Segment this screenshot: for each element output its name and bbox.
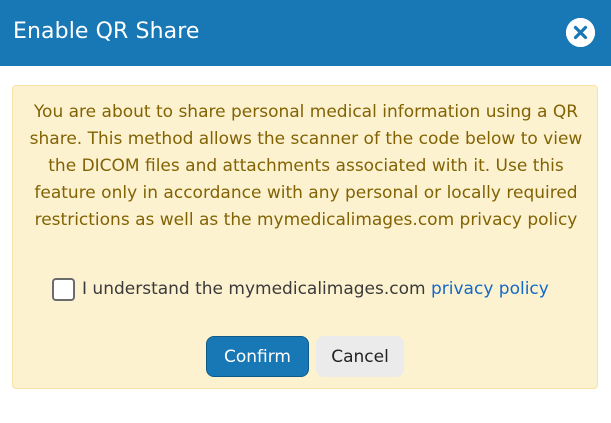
dialog-header: Enable QR Share [0,0,611,66]
privacy-policy-link[interactable]: privacy policy [431,279,549,299]
dialog-title: Enable QR Share [13,19,200,44]
close-icon [566,18,595,47]
enable-qr-share-dialog: Enable QR Share You are about to share p… [0,0,611,423]
consent-label: I understand the mymedicalimages.com pri… [82,276,552,302]
close-button[interactable] [566,18,595,47]
warning-notice: You are about to share personal medical … [12,85,598,389]
consent-checkbox[interactable] [52,278,75,301]
confirm-button[interactable]: Confirm [206,336,309,377]
consent-label-text: I understand the mymedicalimages.com [82,279,431,299]
cancel-button[interactable]: Cancel [316,336,404,377]
warning-message: You are about to share personal medical … [29,102,583,230]
